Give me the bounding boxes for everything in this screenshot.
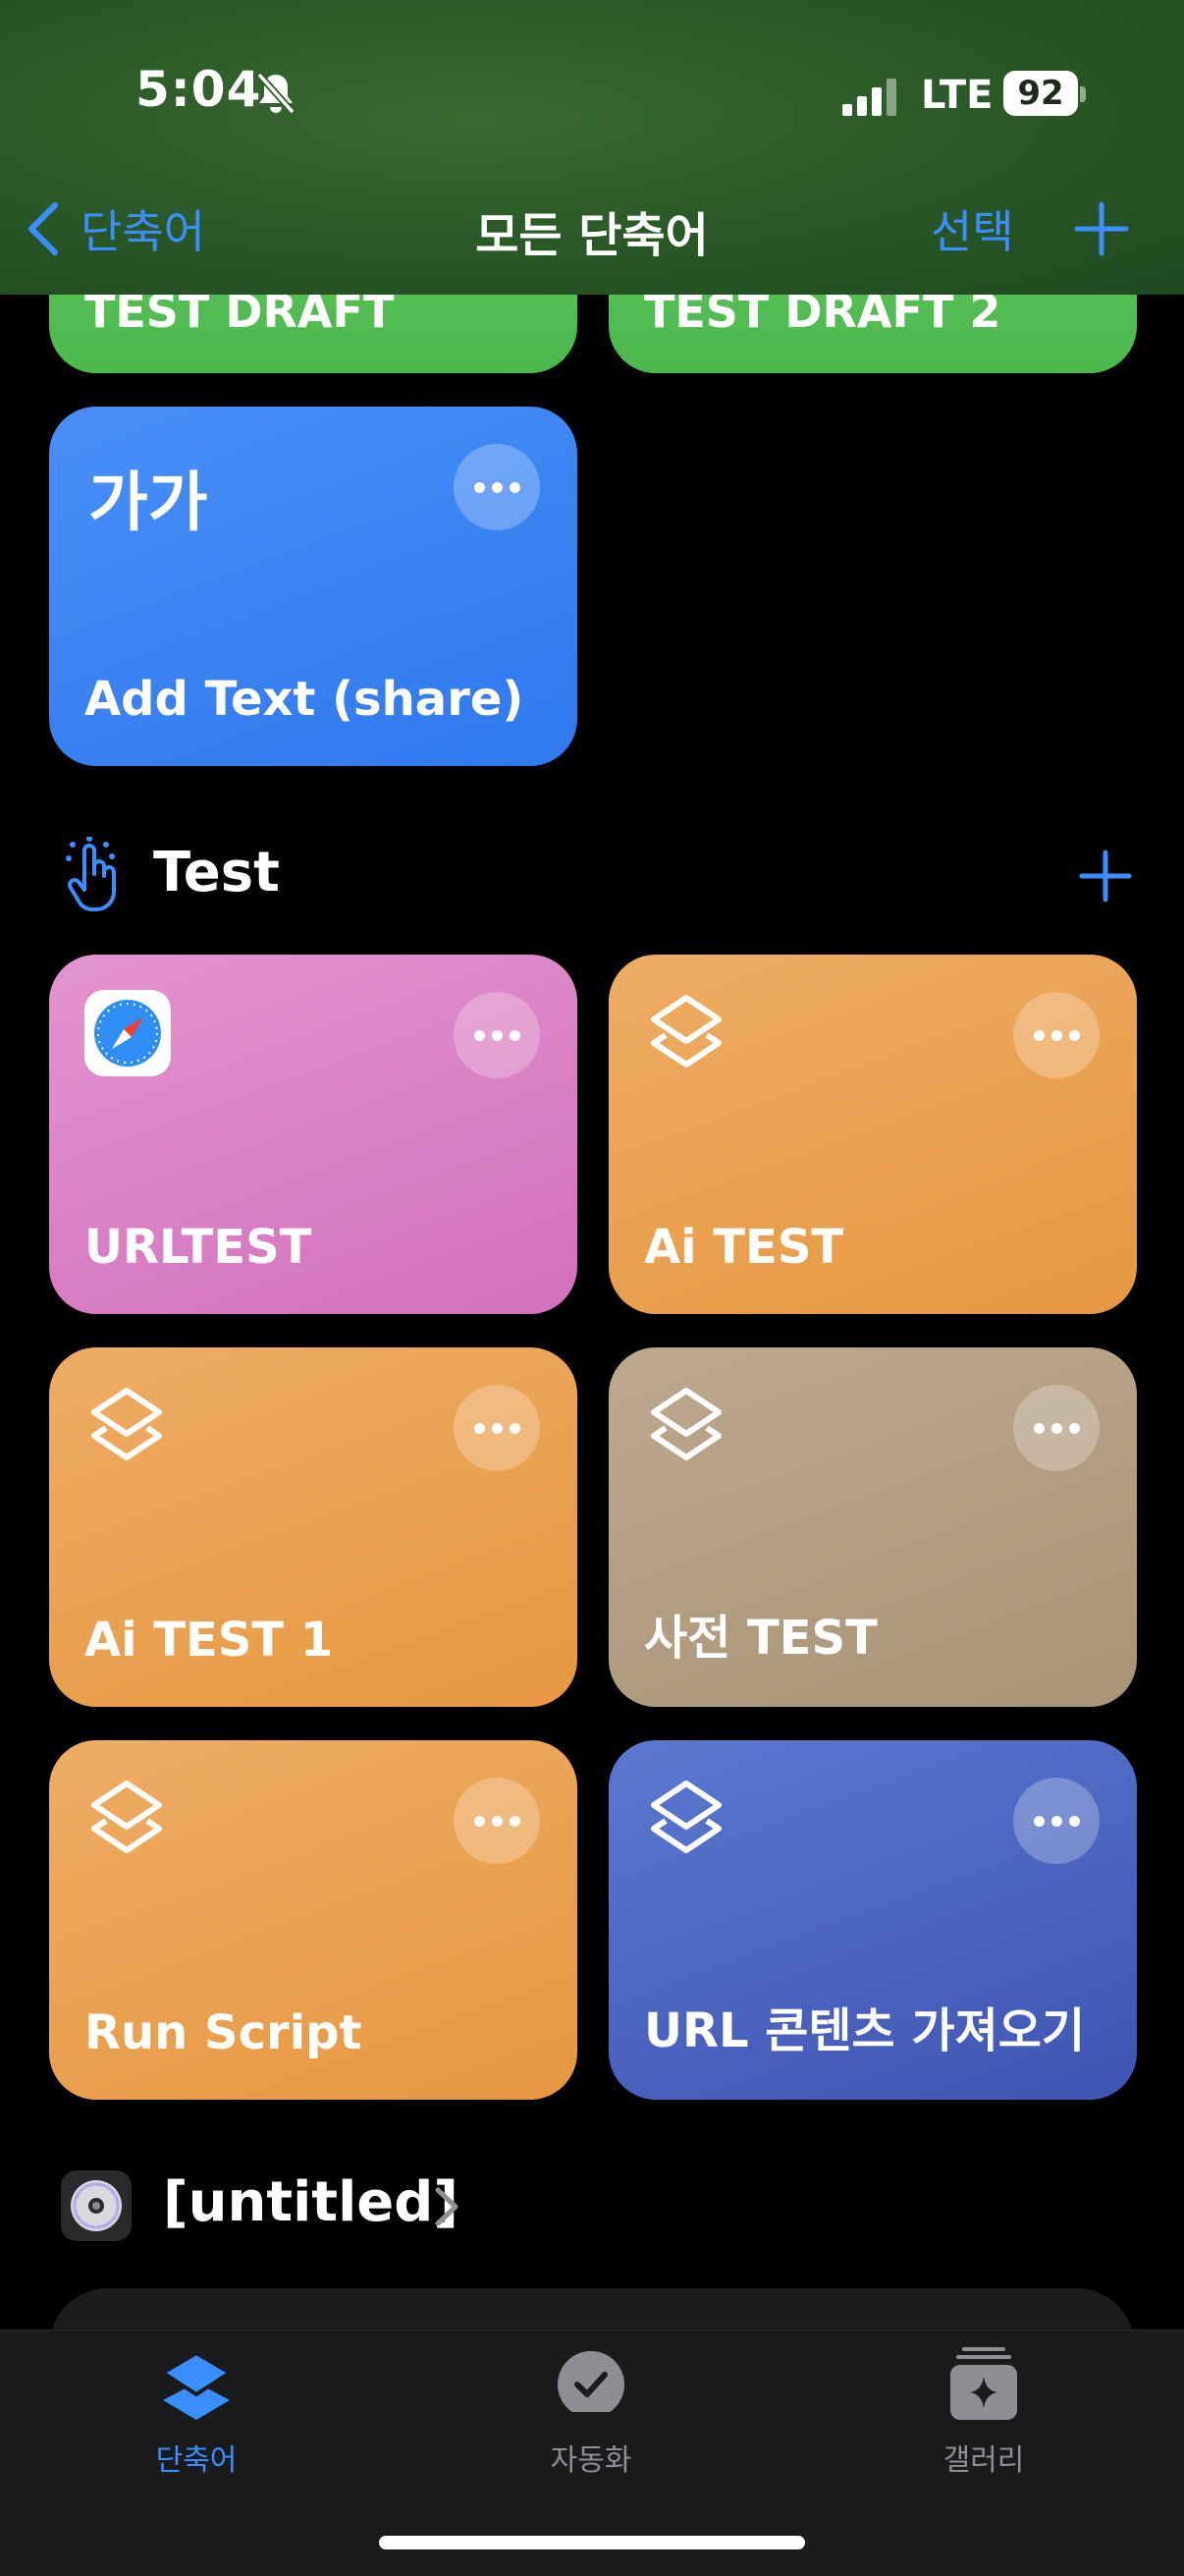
tab-automation[interactable]: 자동화: [473, 2343, 709, 2481]
tab-label: 갤러리: [942, 2443, 1025, 2478]
more-options-button[interactable]: [454, 992, 540, 1078]
shortcut-title: Ai TEST 1: [84, 1613, 334, 1668]
status-time: 5:04: [135, 61, 262, 118]
tab-label: 자동화: [550, 2443, 632, 2478]
battery-cap: [1080, 86, 1086, 102]
battery-icon: 92: [1003, 71, 1078, 116]
more-options-button[interactable]: [454, 1385, 540, 1471]
gallery-sparkle-icon: [950, 2347, 1017, 2420]
section-title-test: Test: [153, 841, 280, 904]
more-options-button[interactable]: [1013, 992, 1100, 1078]
section-title-untitled[interactable]: [untitled]: [163, 2170, 458, 2234]
chevron-left-icon: [28, 202, 58, 255]
shortcut-card-ai-test[interactable]: Ai TEST: [609, 955, 1137, 1314]
shortcut-card-ai-test-1[interactable]: Ai TEST 1: [49, 1347, 577, 1707]
more-options-button[interactable]: [1013, 1385, 1100, 1471]
add-plus-icon[interactable]: [1074, 201, 1129, 256]
shortcut-title: URLTEST: [84, 1220, 312, 1275]
more-options-button[interactable]: [1013, 1778, 1100, 1864]
more-options-button[interactable]: [454, 444, 540, 530]
back-label: 단축어: [81, 205, 205, 258]
shortcut-title: Add Text (share): [84, 672, 524, 727]
disc-icon: [61, 2170, 132, 2241]
shortcut-card-urltest[interactable]: URLTEST: [49, 955, 577, 1314]
layers-icon: [651, 995, 722, 1068]
shortcut-card-add-text[interactable]: 가가 Add Text (share): [49, 407, 577, 766]
tab-gallery[interactable]: 갤러리: [866, 2343, 1102, 2481]
hand-tap-icon: [66, 837, 116, 911]
home-indicator[interactable]: [379, 2536, 805, 2549]
layers-icon: [91, 1388, 162, 1460]
shortcut-title: Ai TEST: [644, 1220, 844, 1275]
network-type: LTE: [921, 73, 994, 118]
layers-icon: [651, 1781, 722, 1853]
shortcut-card-run-script[interactable]: Run Script: [49, 1740, 577, 2100]
shortcut-title: Run Script: [84, 2005, 362, 2060]
select-button[interactable]: 선택: [931, 196, 1014, 261]
layers-icon: [651, 1388, 722, 1460]
battery-level: 92: [1017, 74, 1064, 113]
shortcut-card-dictionary-test[interactable]: 사전 TEST: [609, 1347, 1137, 1707]
navigation-header: 5:04 LTE 92 단축어 모든 단축어 선택: [0, 0, 1184, 295]
shortcut-title: 사전 TEST: [644, 1611, 878, 1666]
cellular-signal-icon: [842, 79, 896, 116]
safari-compass-icon: [84, 990, 171, 1076]
tab-label: 단축어: [155, 2443, 238, 2478]
clock-check-icon: [558, 2351, 624, 2422]
text-glyph-icon: 가가: [88, 465, 208, 540]
shortcuts-layers-icon: [161, 2350, 232, 2420]
more-options-button[interactable]: [454, 1778, 540, 1864]
back-button[interactable]: 단축어: [24, 196, 205, 261]
chevron-right-icon[interactable]: [432, 2184, 461, 2229]
tab-shortcuts[interactable]: 단축어: [79, 2343, 314, 2481]
shortcut-title: URL 콘텐츠 가져오기: [644, 2003, 1086, 2058]
add-shortcut-plus-icon[interactable]: [1078, 849, 1133, 904]
bell-slash-icon: [256, 72, 296, 115]
shortcut-card-get-url-contents[interactable]: URL 콘텐츠 가져오기: [609, 1740, 1137, 2100]
layers-icon: [91, 1781, 162, 1853]
